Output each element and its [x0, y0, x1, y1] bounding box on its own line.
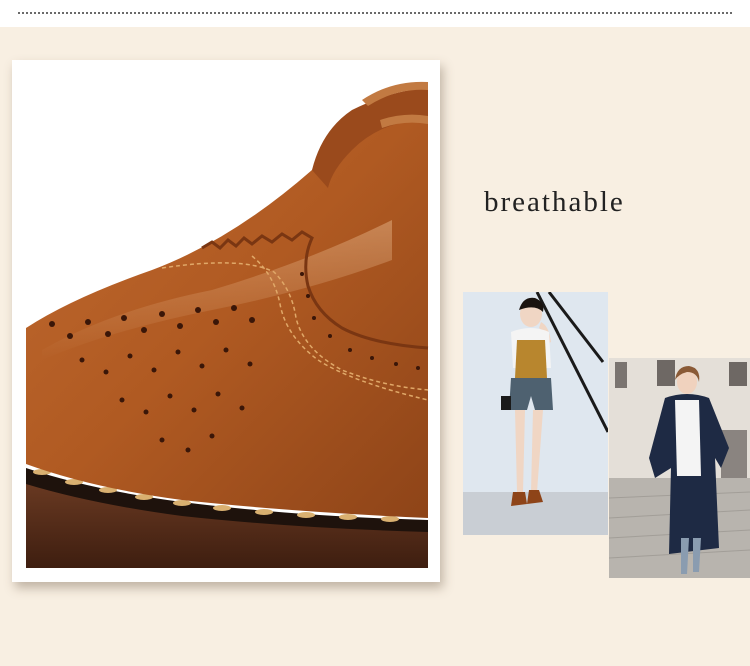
headline-breathable: breathable: [484, 186, 625, 218]
model-photo-left: [463, 292, 608, 535]
top-strip: [0, 0, 750, 27]
dotted-divider: [18, 12, 732, 14]
model-photo-right: [609, 358, 750, 578]
shoe-closeup-illustration: [26, 74, 429, 568]
model-right-illustration: [609, 358, 750, 578]
model-left-illustration: [463, 292, 608, 535]
shoe-closeup-photo: [12, 60, 440, 582]
